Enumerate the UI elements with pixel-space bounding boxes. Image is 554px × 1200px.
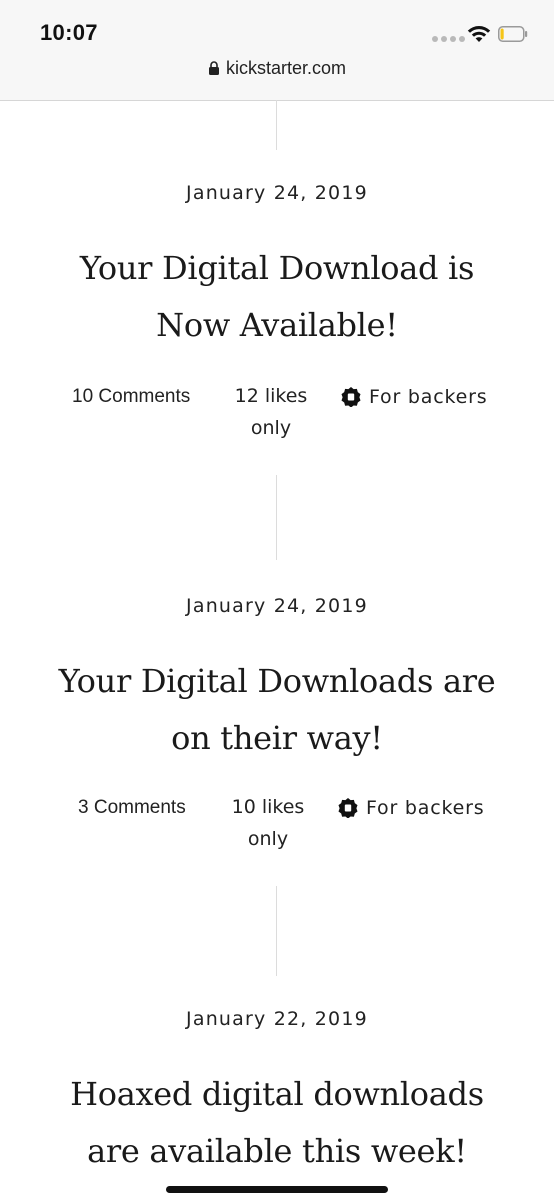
likes-text: 10 likes [231, 796, 305, 818]
timeline-connector [276, 886, 277, 976]
post-meta: 3 Comments 10 likes only For backers [0, 796, 554, 867]
timeline-connector [276, 100, 277, 150]
badge-icon [338, 798, 358, 818]
status-time: 10:07 [40, 20, 98, 45]
likes-count: 10 likes only [228, 791, 308, 855]
post-date: January 24, 2019 [186, 182, 368, 204]
home-indicator[interactable] [166, 1186, 388, 1193]
backers-only-badge: For backers [338, 797, 484, 819]
timeline-connector [276, 475, 277, 560]
badge-label: For backers [366, 797, 485, 819]
likes-count: 12 likes only [231, 380, 311, 444]
likes-text: 12 likes [234, 385, 308, 407]
post-meta: 10 Comments 12 likes only For backers [0, 385, 554, 456]
signal-icon [432, 36, 465, 42]
url-text: kickstarter.com [225, 58, 347, 78]
badge-label: For backers [369, 386, 488, 408]
post-date: January 24, 2019 [186, 595, 368, 617]
badge-icon [341, 387, 361, 407]
battery-icon [498, 26, 528, 42]
address-bar[interactable]: kickstarter.com [0, 58, 554, 79]
post-title[interactable]: Your Digital Downloads are on their way! [40, 653, 514, 767]
lock-icon [208, 61, 219, 75]
likes-text-cont: only [247, 828, 289, 850]
browser-status-bar: 10:07 kickstarter.com [0, 0, 554, 101]
comments-link[interactable]: 3 Comments [78, 797, 186, 819]
comments-link[interactable]: 10 Comments [72, 386, 190, 408]
post-title[interactable]: Hoaxed digital downloads are available t… [40, 1066, 514, 1180]
updates-feed[interactable]: January 24, 2019 Your Digital Download i… [0, 100, 554, 1200]
post-title[interactable]: Your Digital Download is Now Available! [40, 240, 514, 354]
wifi-icon [467, 26, 491, 42]
backers-only-badge: For backers [341, 386, 487, 408]
likes-text-cont: only [250, 417, 292, 439]
post-date: January 22, 2019 [186, 1008, 368, 1030]
